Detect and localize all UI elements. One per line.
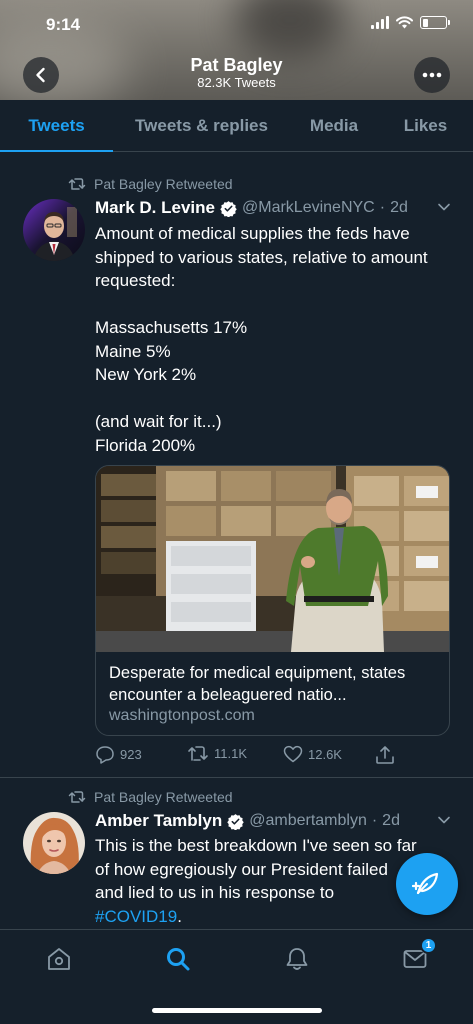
- tweet-author-line: Mark D. Levine @MarkLevineNYC · 2d: [95, 198, 408, 218]
- tweet-divider: [0, 777, 473, 778]
- author-name[interactable]: Amber Tamblyn: [95, 811, 222, 831]
- notifications-icon: [286, 948, 308, 970]
- tweet-timestamp[interactable]: 2d: [390, 199, 408, 217]
- share-icon: [376, 746, 394, 764]
- retweet-icon: [188, 746, 208, 761]
- tweet[interactable]: Pat Bagley Retweeted Mark D. Levine @Mar…: [0, 0, 473, 778]
- retweet-icon: [68, 791, 86, 803]
- avatar[interactable]: [23, 199, 85, 261]
- heart-icon: [283, 745, 303, 763]
- retweet-count: 11.1K: [214, 746, 248, 761]
- tweet-text-suffix: .: [177, 906, 182, 926]
- tweet-text-line: This is the best breakdown I've seen so …: [95, 836, 417, 855]
- verified-badge-icon: [227, 813, 244, 830]
- compose-feather-icon: [412, 872, 439, 895]
- reply-count: 923: [120, 747, 142, 762]
- retweet-button[interactable]: 11.1K: [187, 745, 247, 762]
- reply-button[interactable]: 923: [95, 745, 142, 764]
- like-button[interactable]: 12.6K: [283, 745, 342, 763]
- separator-dot: ·: [371, 812, 378, 829]
- retweet-context: Pat Bagley Retweeted: [68, 789, 233, 805]
- retweet-label: Pat Bagley Retweeted: [94, 789, 233, 805]
- retweet-context: Pat Bagley Retweeted: [68, 176, 233, 192]
- author-handle[interactable]: @MarkLevineNYC: [242, 199, 375, 217]
- card-title: Desperate for medical equipment, states …: [109, 664, 406, 704]
- retweet-icon: [68, 178, 86, 190]
- home-indicator: [152, 1008, 322, 1013]
- link-card[interactable]: Desperate for medical equipment, states …: [95, 465, 450, 736]
- like-count: 12.6K: [308, 746, 342, 762]
- tweet-actions: 923 11.1K 12.6K: [95, 745, 405, 767]
- reply-icon: [96, 746, 114, 764]
- tweet-timestamp[interactable]: 2d: [382, 812, 400, 830]
- separator-dot: ·: [379, 199, 386, 216]
- nav-search[interactable]: [163, 944, 193, 974]
- compose-tweet-button[interactable]: [396, 853, 458, 915]
- nav-notifications[interactable]: [282, 944, 312, 974]
- card-domain: washingtonpost.com: [109, 707, 255, 724]
- hashtag-link[interactable]: #COVID19: [95, 907, 177, 926]
- search-icon: [167, 948, 190, 971]
- avatar[interactable]: [23, 812, 85, 874]
- home-icon: [48, 948, 70, 970]
- author-handle[interactable]: @ambertamblyn: [249, 812, 367, 830]
- tweet-author-line: Amber Tamblyn @ambertamblyn · 2d: [95, 811, 400, 831]
- chevron-down-icon[interactable]: [437, 815, 451, 825]
- card-image: [96, 466, 449, 652]
- nav-messages[interactable]: 1: [400, 937, 437, 974]
- chevron-down-icon[interactable]: [437, 202, 451, 212]
- share-button[interactable]: [375, 745, 395, 765]
- retweet-label: Pat Bagley Retweeted: [94, 176, 233, 192]
- messages-badge: 1: [420, 937, 437, 954]
- tweet-text: Amount of medical supplies the feds have…: [95, 224, 428, 455]
- nav-home[interactable]: [44, 944, 74, 974]
- verified-badge-icon: [220, 200, 237, 217]
- author-name[interactable]: Mark D. Levine: [95, 198, 215, 218]
